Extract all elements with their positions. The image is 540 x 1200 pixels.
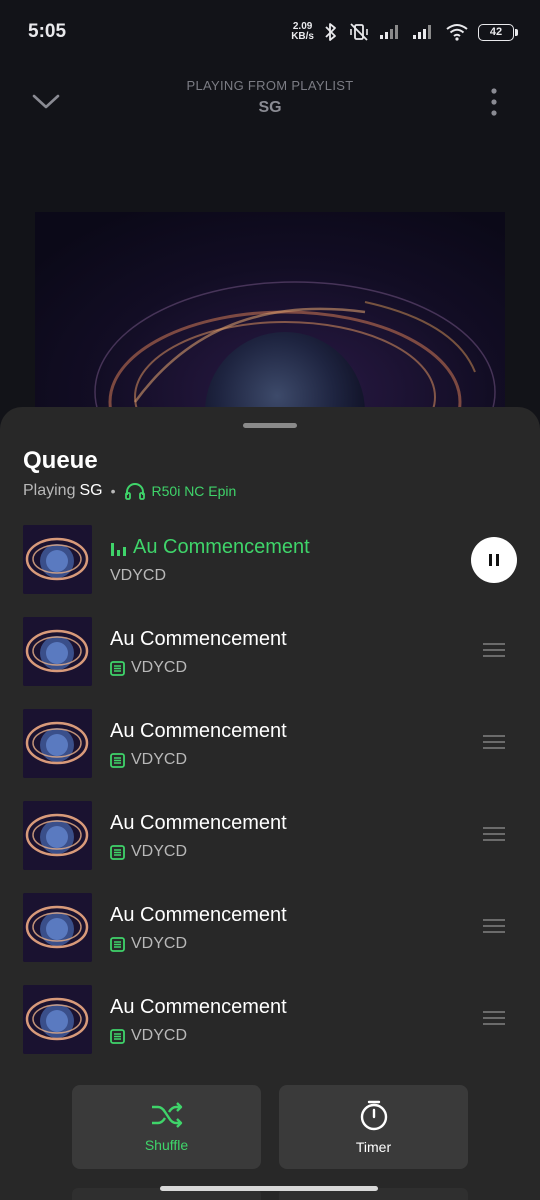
shuffle-button[interactable]: Shuffle bbox=[72, 1085, 261, 1169]
now-playing-title: Au Commencement bbox=[133, 536, 310, 558]
track-title: Au Commencement bbox=[110, 628, 287, 650]
track-artist: VDYCD bbox=[110, 1027, 187, 1045]
network-speed: 2.09 KB/s bbox=[291, 21, 314, 42]
player-header: PLAYING FROM PLAYLIST SG bbox=[0, 74, 540, 134]
queue-playlist-name: SG bbox=[79, 482, 103, 499]
wifi-icon bbox=[446, 24, 468, 41]
downloaded-icon bbox=[110, 844, 125, 860]
queue-list: Au Commencement VDYCD Au Commencement VD… bbox=[0, 522, 540, 1074]
track-title: Au Commencement bbox=[110, 904, 287, 926]
separator-dot: • bbox=[110, 483, 116, 499]
playing-from-info: PLAYING FROM PLAYLIST SG bbox=[120, 78, 420, 117]
chevron-down-icon bbox=[32, 94, 60, 109]
timer-label: Timer bbox=[355, 1139, 392, 1155]
device-name: R50i NC Epin bbox=[151, 483, 237, 499]
more-options-button[interactable] bbox=[474, 82, 514, 122]
status-bar: 5:05 2.09 KB/s 42 bbox=[0, 0, 540, 64]
track-title: Au Commencement bbox=[110, 812, 287, 834]
track-thumbnail bbox=[23, 617, 92, 686]
downloaded-icon bbox=[110, 1028, 125, 1044]
playing-label: Playing bbox=[23, 482, 76, 499]
vibrate-mute-icon bbox=[350, 23, 368, 41]
reorder-handle[interactable] bbox=[483, 643, 505, 659]
headphones-icon bbox=[124, 483, 145, 500]
pause-button[interactable] bbox=[471, 537, 517, 583]
collapse-button[interactable] bbox=[26, 82, 66, 122]
pause-icon bbox=[489, 554, 499, 566]
track-thumbnail bbox=[23, 709, 92, 778]
now-playing-artist: VDYCD bbox=[110, 567, 167, 584]
queue-actions: Shuffle Timer bbox=[72, 1085, 468, 1169]
sheet-drag-handle[interactable] bbox=[243, 423, 297, 428]
battery-indicator: 42 bbox=[478, 23, 518, 41]
signal-icon-2 bbox=[413, 25, 431, 39]
track-thumbnail bbox=[23, 893, 92, 962]
downloaded-icon bbox=[110, 660, 125, 676]
track-artist: VDYCD bbox=[110, 935, 187, 953]
bluetooth-icon bbox=[325, 23, 336, 41]
track-title: Au Commencement bbox=[110, 996, 287, 1018]
queue-item[interactable]: Au Commencement VDYCD bbox=[0, 614, 540, 706]
track-artist: VDYCD bbox=[110, 659, 187, 677]
shuffle-icon bbox=[151, 1102, 182, 1128]
more-vertical-icon bbox=[491, 88, 497, 116]
shuffle-label: Shuffle bbox=[144, 1137, 189, 1153]
equalizer-icon bbox=[111, 543, 126, 556]
downloaded-icon bbox=[110, 936, 125, 952]
playing-from-label: PLAYING FROM PLAYLIST bbox=[186, 78, 354, 93]
track-artist: VDYCD bbox=[110, 751, 187, 769]
track-title: Au Commencement bbox=[110, 720, 287, 742]
track-thumbnail bbox=[23, 525, 92, 594]
queue-context: Playing SG • R50i NC Epin bbox=[23, 481, 236, 501]
track-thumbnail bbox=[23, 985, 92, 1054]
header-playlist-name: SG bbox=[258, 99, 282, 116]
queue-title: Queue bbox=[23, 447, 98, 474]
queue-item[interactable]: Au Commencement VDYCD bbox=[0, 706, 540, 798]
timer-icon bbox=[360, 1100, 387, 1131]
status-time: 5:05 bbox=[28, 21, 67, 42]
track-artist: VDYCD bbox=[110, 843, 187, 861]
track-thumbnail bbox=[23, 801, 92, 870]
timer-button[interactable]: Timer bbox=[279, 1085, 468, 1169]
queue-item[interactable]: Au Commencement VDYCD bbox=[0, 798, 540, 890]
downloaded-icon bbox=[110, 752, 125, 768]
reorder-handle[interactable] bbox=[483, 1011, 505, 1027]
reorder-handle[interactable] bbox=[483, 735, 505, 751]
reorder-handle[interactable] bbox=[483, 827, 505, 843]
status-icons: 2.09 KB/s 42 bbox=[291, 21, 518, 42]
queue-item[interactable]: Au Commencement VDYCD bbox=[0, 890, 540, 982]
queue-item[interactable]: Au Commencement VDYCD bbox=[0, 982, 540, 1074]
queue-sheet: Queue Playing SG • R50i NC Epin Au Comme… bbox=[0, 407, 540, 1200]
now-playing-row[interactable]: Au Commencement VDYCD bbox=[0, 522, 540, 614]
reorder-handle[interactable] bbox=[483, 919, 505, 935]
connected-device[interactable]: R50i NC Epin bbox=[124, 481, 237, 501]
signal-icon bbox=[380, 25, 398, 39]
home-indicator[interactable] bbox=[160, 1186, 378, 1191]
